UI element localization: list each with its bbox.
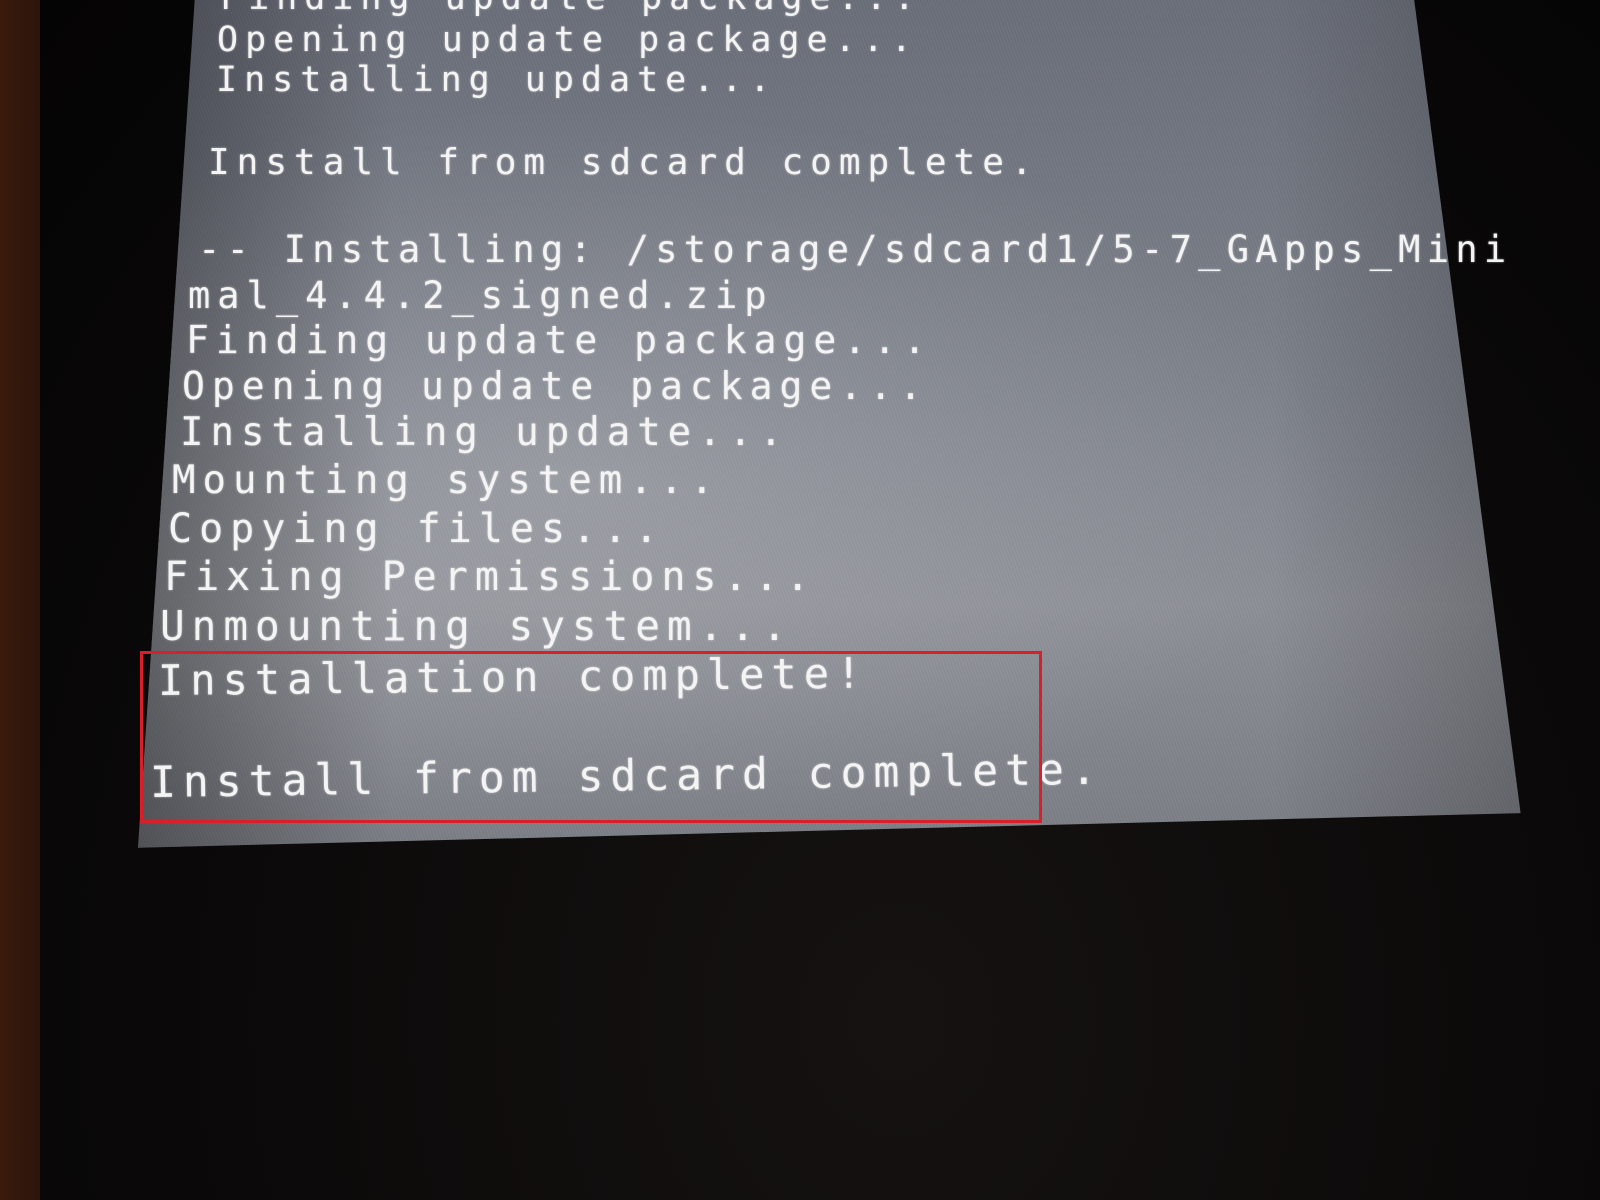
- log-line-opening-1: Opening update package...: [217, 20, 919, 60]
- log-line-install-complete-1: Install from sdcard complete.: [208, 142, 1040, 183]
- log-line-mounting: Mounting system...: [172, 458, 721, 503]
- photo-scene: Finding update package... Opening update…: [0, 0, 1600, 1200]
- log-line-zip-name: mal_4.4.2_signed.zip: [188, 274, 774, 317]
- log-line-opening-2: Opening update package...: [182, 364, 929, 408]
- log-line-finding-2: Finding update package...: [186, 318, 933, 362]
- log-line-finding-1: Finding update package...: [220, 0, 922, 18]
- log-line-unmounting: Unmounting system...: [160, 602, 794, 650]
- highlight-annotation-box: [140, 651, 1042, 823]
- log-line-installing-1: Installing update...: [216, 60, 778, 100]
- log-line-copying: Copying files...: [168, 506, 666, 552]
- log-line-installing-2: Installing update...: [180, 410, 790, 455]
- log-line-installing-path: -- Installing: /storage/sdcard1/5-7_GApp…: [198, 228, 1513, 271]
- log-line-fixing-permissions: Fixing Permissions...: [164, 554, 817, 600]
